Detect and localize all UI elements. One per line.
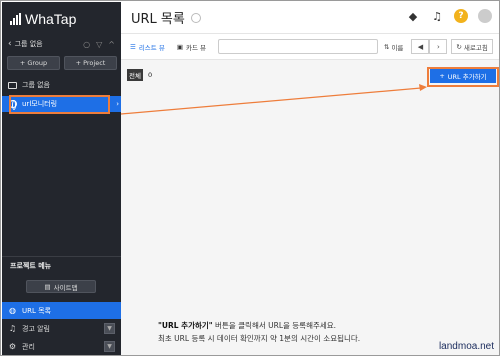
page-header: URL 목록 ◆ ♫ ?: [121, 2, 499, 34]
chevron-down-icon[interactable]: ▼: [104, 323, 115, 334]
sitemap-button[interactable]: ▤ 사이트맵: [26, 280, 96, 293]
tree-item-no-group[interactable]: 그룹 없음: [2, 77, 121, 93]
globe-icon: ◍: [9, 306, 16, 315]
pager: ◀ ›: [411, 39, 448, 54]
chevron-down-icon[interactable]: ▼: [104, 341, 115, 352]
menu-item-settings[interactable]: ⚙ 관리 ▼: [2, 338, 121, 355]
sort-button[interactable]: ⇅ 이름: [384, 42, 403, 52]
total-count: 전체 0: [127, 69, 152, 81]
next-page-button[interactable]: ›: [429, 39, 448, 54]
highlight-box: [9, 95, 110, 114]
list-view-button[interactable]: ☰ 리스트 뷰: [130, 42, 165, 52]
add-group-button[interactable]: + Group: [7, 56, 60, 70]
menu-item-alerts[interactable]: ♫ 경고 알림 ▼: [2, 320, 121, 337]
folder-icon: [8, 81, 17, 90]
toolbar: ☰ 리스트 뷰 ▣ 카드 뷰 ⇅ 이름 ◀ › ↻ 새로고침: [121, 34, 499, 60]
sort-icon: ⇅: [384, 42, 390, 51]
plus-icon: +: [19, 59, 26, 67]
chevron-left-icon[interactable]: ‹: [8, 39, 12, 49]
page-title: URL 목록: [131, 12, 185, 27]
plus-icon: +: [75, 59, 82, 67]
info-line2: 최초 URL 등록 시 데이터 확인까지 약 1분의 시간이 소요됩니다.: [158, 334, 361, 343]
sitemap-icon: ▤: [44, 282, 51, 291]
chevron-up-icon[interactable]: ^: [108, 40, 115, 49]
logo-bars-icon: [10, 13, 21, 25]
search-input[interactable]: [218, 39, 378, 54]
group-label: 그룹 없음: [14, 40, 43, 48]
total-label: 전체: [127, 69, 143, 81]
bell-icon[interactable]: ♫: [430, 9, 444, 23]
filter-icon[interactable]: ▽: [96, 40, 102, 49]
caret-right-icon: ›: [116, 100, 119, 108]
paint-bucket-icon[interactable]: ◆: [406, 9, 420, 23]
app-window: WhaTap ‹ 그룹 없음 ○ ▽ ^ + Group + Project 그…: [0, 0, 500, 356]
highlight-box: [427, 67, 499, 87]
group-selector[interactable]: ‹ 그룹 없음 ○ ▽ ^: [2, 36, 121, 52]
add-project-button[interactable]: + Project: [64, 56, 117, 70]
tree-item-label: 그룹 없음: [22, 81, 50, 89]
refresh-button[interactable]: ↻ 새로고침: [451, 39, 493, 54]
clock-icon[interactable]: [190, 12, 201, 23]
menu-item-url-list[interactable]: ◍ URL 목록: [2, 302, 121, 319]
bell-icon: ♫: [8, 324, 17, 333]
content-area: 전체 0 + URL 추가하기 "URL 추가하기" 버튼을 클릭해서 URL을…: [121, 60, 499, 355]
search-icon[interactable]: ○: [83, 40, 90, 49]
list-icon: ☰: [130, 42, 136, 51]
prev-page-button[interactable]: ◀: [411, 39, 430, 54]
divider: [2, 256, 121, 257]
empty-state-message: "URL 추가하기" 버튼을 클릭해서 URL을 등록해주세요. 최초 URL …: [158, 319, 360, 345]
avatar[interactable]: [478, 9, 492, 23]
card-icon: ▣: [176, 42, 183, 51]
logo-text: WhaTap: [25, 11, 77, 27]
watermark: landmoa.net: [438, 341, 494, 352]
logo[interactable]: WhaTap: [2, 2, 121, 36]
info-highlight: "URL 추가하기": [158, 321, 213, 330]
info-line1: 버튼을 클릭해서 URL을 등록해주세요.: [212, 321, 337, 330]
help-icon[interactable]: ?: [454, 9, 468, 23]
refresh-icon: ↻: [456, 42, 462, 51]
gear-icon: ⚙: [8, 342, 17, 351]
total-value: 0: [147, 71, 153, 79]
card-view-button[interactable]: ▣ 카드 뷰: [177, 42, 206, 52]
sidebar: WhaTap ‹ 그룹 없음 ○ ▽ ^ + Group + Project 그…: [2, 2, 121, 355]
project-menu-title: 프로젝트 메뉴: [10, 262, 52, 270]
